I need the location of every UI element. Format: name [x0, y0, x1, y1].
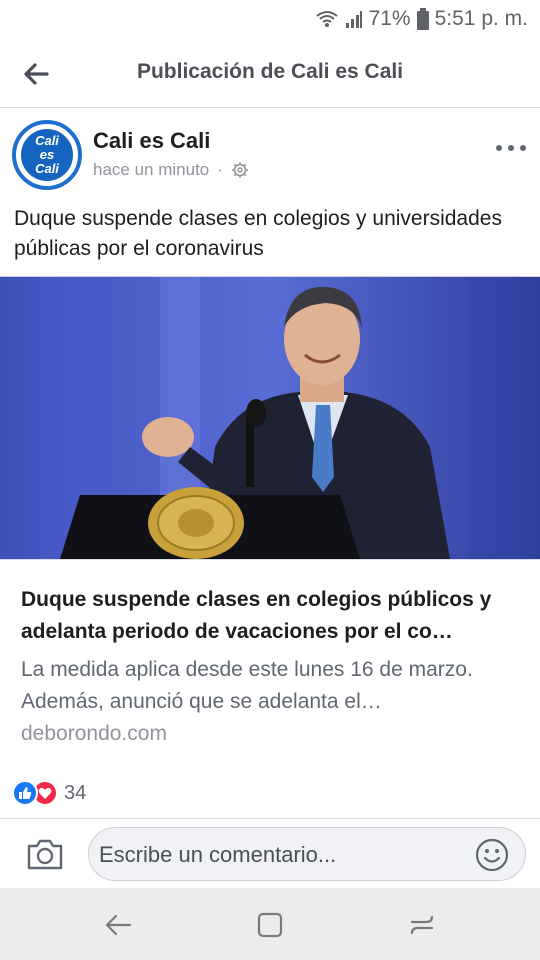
system-nav-bar	[0, 888, 540, 960]
camera-button[interactable]	[26, 837, 64, 871]
wifi-icon	[315, 11, 338, 27]
comment-input[interactable]: Escribe un comentario...	[88, 827, 526, 881]
like-icon	[12, 780, 38, 806]
link-title[interactable]: Duque suspende clases en colegios públic…	[21, 584, 521, 648]
camera-icon	[27, 839, 63, 870]
link-domain: deborondo.com	[21, 722, 167, 745]
app-header: Publicación de Cali es Cali	[0, 40, 540, 108]
battery-icon	[416, 8, 429, 30]
clock: 5:51 p. m.	[434, 7, 528, 30]
page-title: Publicación de Cali es Cali	[136, 60, 404, 83]
battery-percent: 71%	[368, 7, 411, 30]
post-meta: hace un minuto ·	[93, 160, 249, 180]
nav-recents-icon	[410, 915, 434, 935]
avatar-line-3: Cali	[35, 161, 59, 176]
nav-home-button[interactable]	[255, 910, 285, 940]
reactions-summary[interactable]: 34	[12, 776, 86, 810]
nav-recents-button[interactable]	[407, 910, 437, 940]
avatar[interactable]: Cali es Cali	[12, 120, 82, 190]
author-name[interactable]: Cali es Cali	[93, 128, 210, 154]
signal-icon	[345, 11, 362, 28]
dot-icon	[520, 145, 526, 151]
nav-back-icon	[105, 914, 132, 936]
link-description: La medida aplica desde este lunes 16 de …	[21, 658, 473, 713]
smiley-icon	[475, 838, 509, 872]
more-options-button[interactable]	[496, 138, 526, 158]
speaker-photo	[0, 277, 540, 559]
status-bar: 71% 5:51 p. m.	[0, 0, 540, 40]
emoji-button[interactable]	[475, 838, 509, 872]
link-preview-info[interactable]: Duque suspende clases en colegios públic…	[0, 559, 540, 772]
avatar-logo: Cali es Cali	[19, 127, 75, 183]
comment-placeholder: Escribe un comentario...	[99, 842, 337, 867]
avatar-line-1: Cali	[35, 133, 59, 148]
nav-back-button[interactable]	[103, 910, 133, 940]
meta-separator: ·	[217, 160, 223, 179]
avatar-line-2: es	[39, 147, 55, 162]
dot-icon	[508, 145, 514, 151]
post-text: Duque suspende clases en colegios y univ…	[14, 207, 502, 260]
post-timestamp[interactable]: hace un minuto	[93, 160, 209, 180]
status-icons: 71% 5:51 p. m.	[315, 7, 528, 31]
post-header: Cali es Cali Cali es Cali hace un minuto…	[0, 108, 540, 204]
gear-icon	[231, 162, 248, 178]
link-preview-image[interactable]	[0, 277, 540, 559]
dot-icon	[496, 145, 502, 151]
comment-composer: Escribe un comentario...	[0, 818, 540, 888]
nav-home-icon	[257, 912, 283, 938]
link-preview-card[interactable]: Duque suspende clases en colegios públic…	[0, 276, 540, 772]
reaction-count: 34	[64, 781, 87, 804]
